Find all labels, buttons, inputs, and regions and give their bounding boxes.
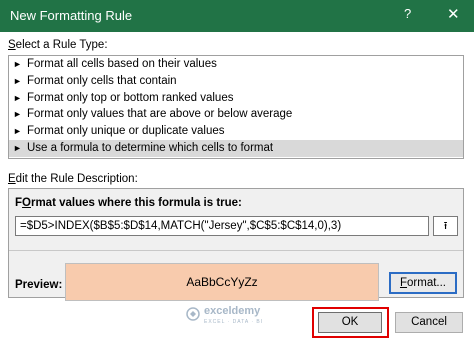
rule-type-item[interactable]: ► Format only values that are above or be…	[9, 106, 463, 123]
formula-input[interactable]: =$D5>INDEX($B$5:$D$14,MATCH("Jersey",$C$…	[15, 216, 429, 236]
rule-type-list[interactable]: ► Format all cells based on their values ►…	[8, 55, 464, 159]
close-button[interactable]: ✕	[447, 5, 460, 23]
arrow-right-icon: ►	[13, 75, 22, 86]
format-button[interactable]: Format...	[389, 272, 457, 294]
rule-type-item[interactable]: ► Format only top or bottom ranked values	[9, 90, 463, 107]
rule-type-item[interactable]: ► Use a formula to determine which cells …	[9, 139, 463, 157]
arrow-right-icon: ►	[13, 142, 22, 153]
ok-button[interactable]: OK	[318, 312, 382, 333]
arrow-right-icon: ►	[13, 92, 22, 103]
arrow-right-icon: ►	[13, 59, 22, 69]
arrow-right-icon: ►	[13, 109, 22, 120]
rule-description-label: Edit the Rule Description:	[8, 173, 138, 185]
collapse-arrow-icon: ⭱	[443, 220, 448, 232]
rule-type-item-label: Use a formula to determine which cells t…	[27, 141, 274, 154]
rule-type-item[interactable]: ► Format only cells that contain	[9, 73, 463, 90]
exceldemy-logo-icon	[186, 307, 200, 321]
arrow-right-icon: ►	[13, 126, 22, 137]
rule-type-item-label: Format only values that are above or bel…	[27, 108, 293, 121]
window-title: New Formatting Rule	[10, 8, 133, 23]
preview-box: AaBbCcYyZz	[65, 263, 379, 301]
rule-type-item[interactable]: ► Format only unique or duplicate values	[9, 123, 463, 140]
formula-label: FOrmat values where this formula is true…	[15, 197, 242, 209]
rule-type-label: Select a Rule Type:	[8, 39, 108, 51]
preview-label: Preview:	[15, 279, 63, 291]
collapse-dialog-button[interactable]: ⭱	[433, 216, 458, 236]
watermark-tagline: EXCEL · DATA · BI	[204, 319, 264, 325]
rule-type-item-label: Format only cells that contain	[27, 74, 177, 87]
title-bar: New Formatting Rule ? ✕	[0, 0, 474, 32]
rule-type-item[interactable]: ► Format all cells based on their values	[9, 56, 463, 73]
rule-description-panel: FOrmat values where this formula is true…	[8, 188, 464, 301]
divider	[9, 250, 463, 251]
rule-type-item-label: Format only top or bottom ranked values	[27, 91, 234, 104]
help-button[interactable]: ?	[404, 6, 411, 21]
rule-type-item-label: Format only unique or duplicate values	[27, 125, 225, 138]
cancel-button[interactable]: Cancel	[395, 312, 463, 333]
rule-type-item-label: Format all cells based on their values	[27, 58, 217, 70]
watermark-name: exceldemy	[204, 305, 261, 317]
